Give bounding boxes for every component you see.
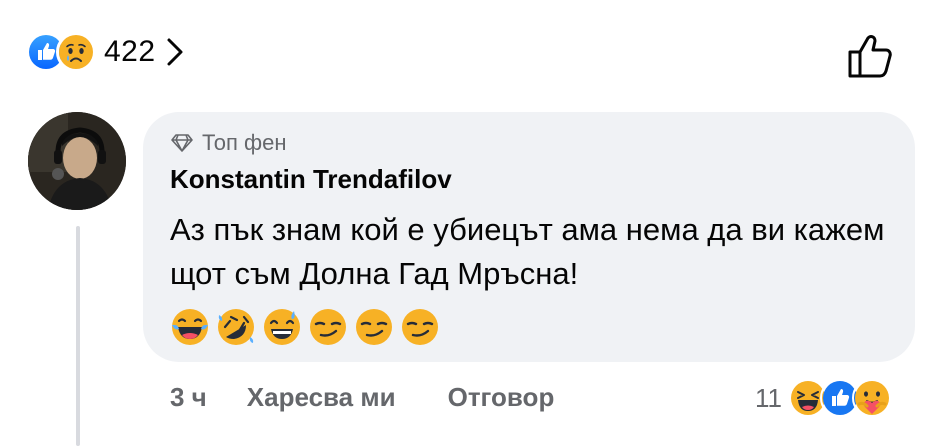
like-comment-button[interactable]: Харесва ми (247, 382, 396, 413)
avatar[interactable] (28, 112, 126, 210)
post-reaction-summary[interactable]: 422 (26, 30, 184, 74)
sad-reaction-icon (56, 32, 96, 72)
badge-label: Топ фен (202, 130, 287, 155)
laughing-tears-emoji-icon (172, 309, 208, 345)
top-fan-badge: Топ фен (170, 130, 286, 156)
smirk-emoji-icon (402, 309, 438, 345)
reply-button[interactable]: Отговор (448, 382, 555, 413)
reaction-count[interactable]: 422 (104, 35, 156, 69)
comment-actions: 3 ч Харесва ми Отговор (170, 382, 606, 413)
chevron-right-icon[interactable] (166, 37, 184, 67)
thumbs-up-icon (848, 35, 892, 78)
care-reaction-icon (852, 378, 892, 418)
comment-emojis (170, 307, 446, 347)
thread-line (76, 226, 80, 446)
diamond-icon (171, 134, 193, 152)
smirk-emoji-icon (356, 309, 392, 345)
comment-text: Аз пък знам кой е убиецът ама нема да ви… (170, 212, 885, 291)
comment-timestamp[interactable]: 3 ч (170, 382, 207, 413)
like-button[interactable] (842, 30, 898, 85)
rolling-laughing-emoji-icon (218, 309, 254, 345)
comment-author[interactable]: Konstantin Trendafilov (170, 164, 452, 195)
comment-reaction-summary[interactable]: 11 (755, 378, 892, 418)
comment-reaction-count[interactable]: 11 (755, 383, 782, 414)
sweat-smile-emoji-icon (264, 309, 300, 345)
smirk-emoji-icon (310, 309, 346, 345)
